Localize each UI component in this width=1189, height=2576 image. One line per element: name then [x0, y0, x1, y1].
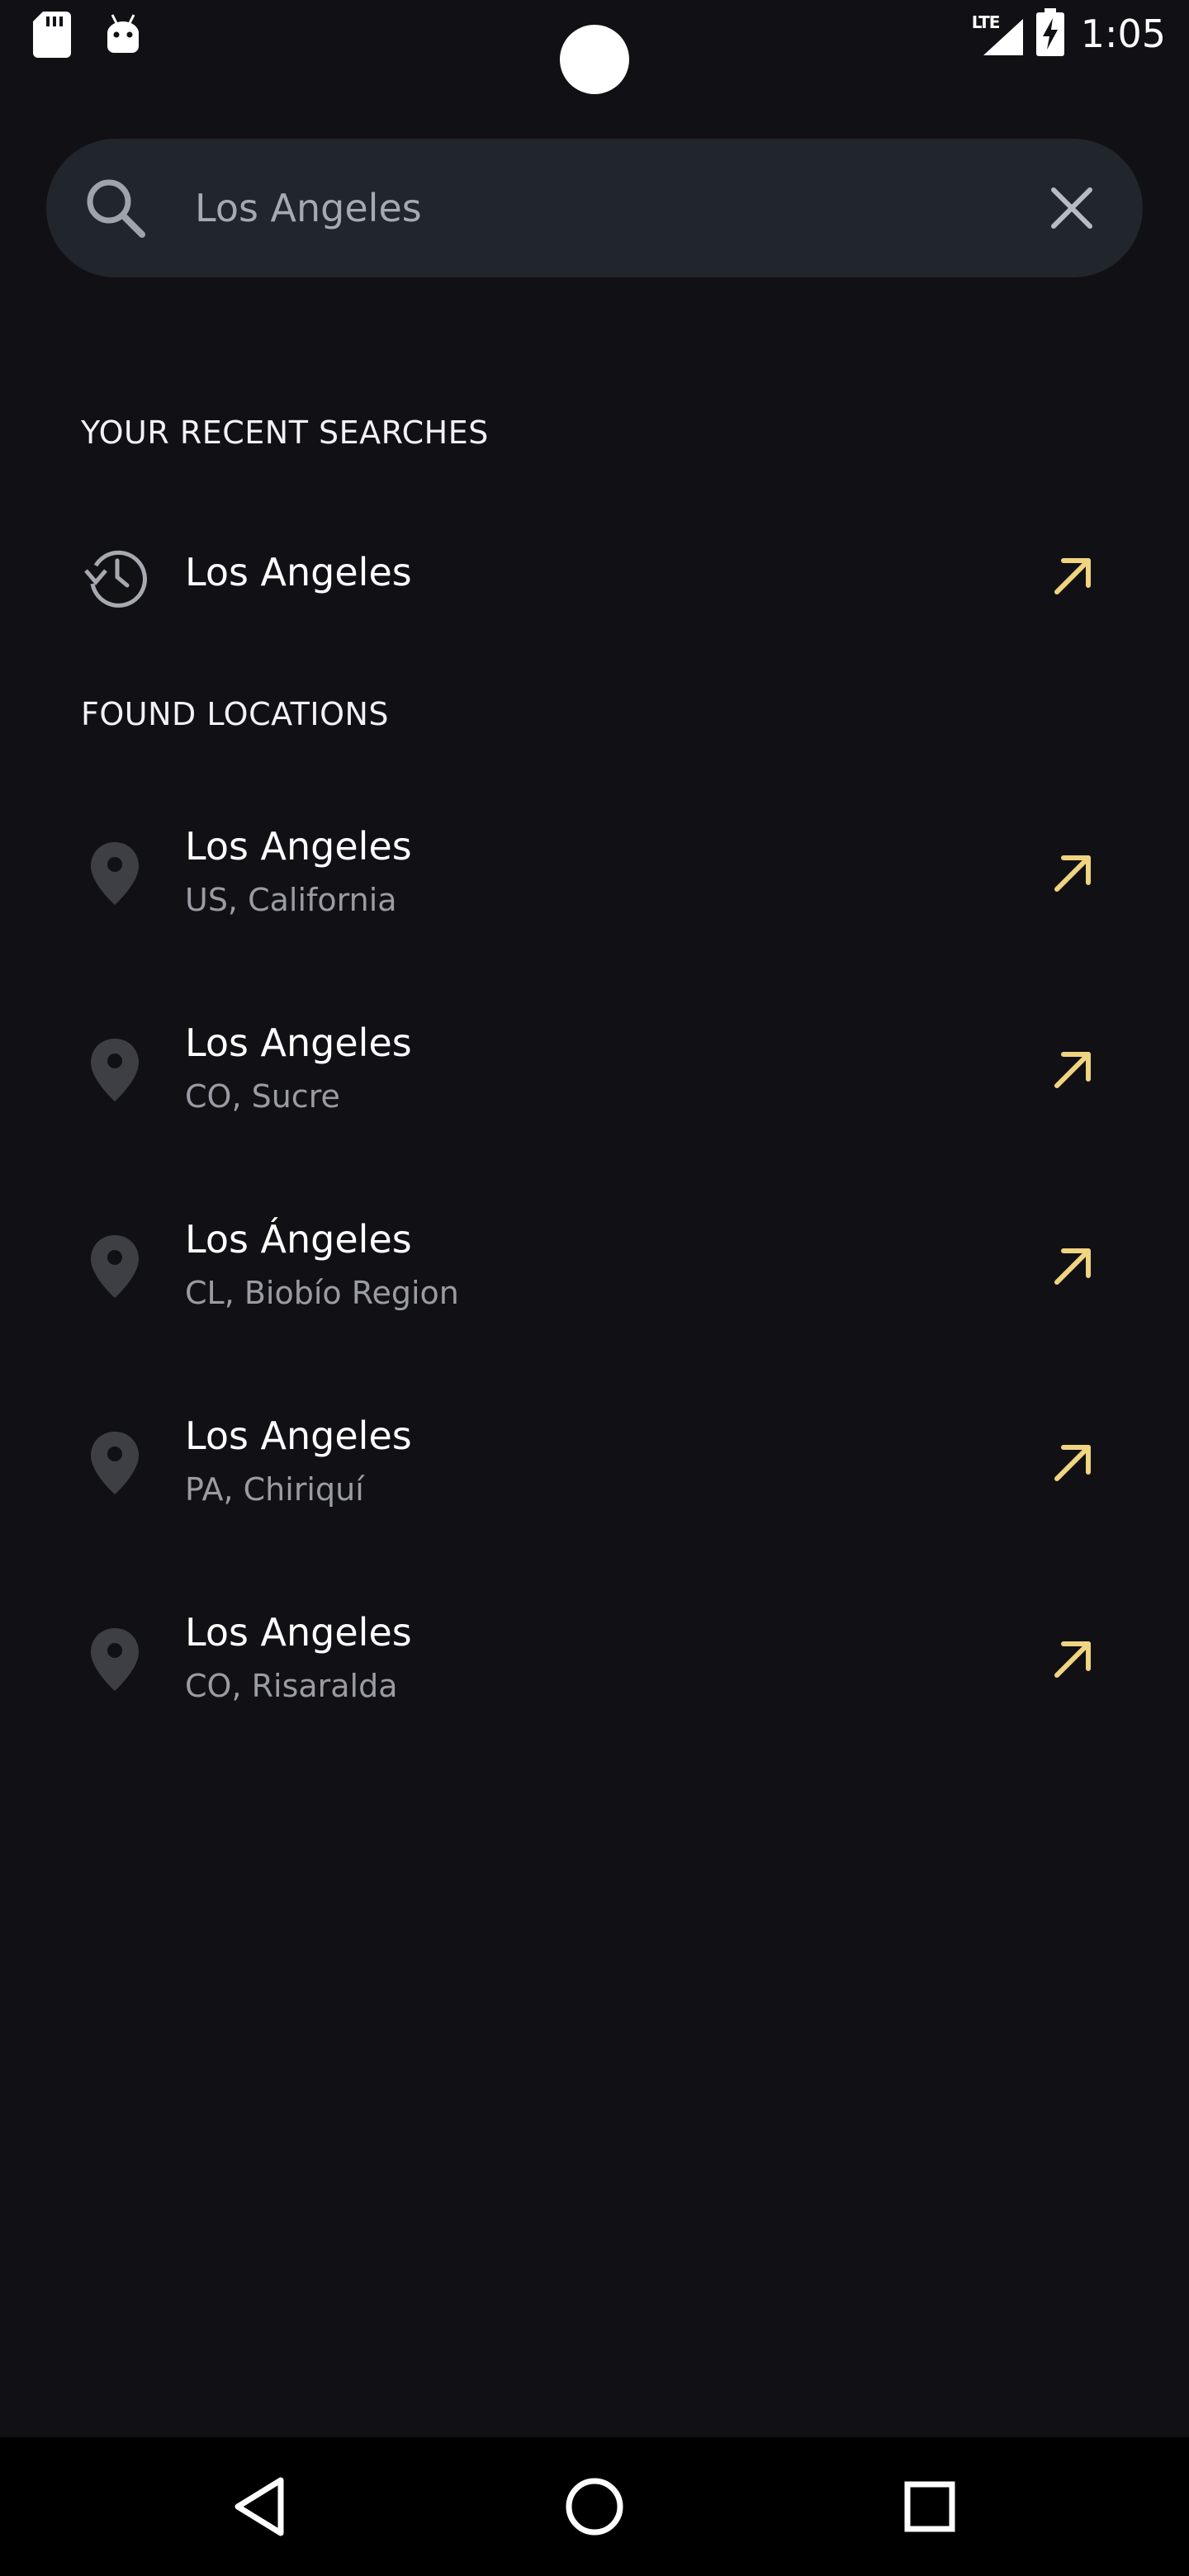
- location-pin-icon: [89, 1430, 140, 1499]
- location-item[interactable]: Los Angeles CO, Sucre: [0, 1007, 1189, 1131]
- location-name: Los Angeles: [185, 1020, 412, 1065]
- location-pin-icon: [89, 1627, 140, 1696]
- search-icon[interactable]: [84, 177, 147, 239]
- back-icon[interactable]: [225, 2469, 301, 2545]
- clock: 1:05: [1080, 12, 1166, 56]
- location-region: CO, Risaralda: [185, 1668, 398, 1704]
- arrow-up-right-icon[interactable]: [1049, 1634, 1098, 1683]
- location-item[interactable]: Los Angeles CO, Risaralda: [0, 1597, 1189, 1721]
- recents-icon[interactable]: [892, 2469, 968, 2545]
- recent-search-item[interactable]: Los Angeles: [0, 528, 1189, 623]
- search-input[interactable]: [195, 172, 1021, 244]
- arrow-up-right-icon[interactable]: [1049, 1437, 1098, 1487]
- arrow-up-right-icon[interactable]: [1049, 1044, 1098, 1094]
- location-name: Los Angeles: [185, 824, 412, 869]
- close-icon[interactable]: [1044, 180, 1100, 236]
- battery-charging-icon: [1035, 8, 1064, 59]
- found-locations-heading: FOUND LOCATIONS: [81, 696, 390, 732]
- front-camera: [560, 25, 629, 94]
- location-name: Los Ángeles: [185, 1217, 412, 1262]
- location-item[interactable]: Los Angeles US, California: [0, 811, 1189, 935]
- arrow-up-right-icon[interactable]: [1049, 848, 1098, 897]
- location-region: US, California: [185, 882, 397, 918]
- location-region: CO, Sucre: [185, 1078, 340, 1115]
- location-pin-icon: [89, 1234, 140, 1303]
- search-bar[interactable]: [46, 139, 1143, 277]
- recent-searches-heading: YOUR RECENT SEARCHES: [81, 414, 489, 451]
- location-region: PA, Chiriquí: [185, 1471, 364, 1508]
- location-name: Los Angeles: [185, 1413, 412, 1458]
- location-region: CL, Biobío Region: [185, 1275, 459, 1311]
- history-icon: [81, 542, 147, 612]
- arrow-up-right-icon[interactable]: [1049, 551, 1098, 600]
- notification-icons: [33, 12, 142, 61]
- location-name: Los Angeles: [185, 1610, 412, 1655]
- lte-signal-icon: LTE: [972, 11, 1025, 57]
- status-bar: LTE 1:05: [0, 0, 1189, 94]
- home-icon[interactable]: [557, 2469, 632, 2545]
- location-pin-icon: [89, 1037, 140, 1106]
- location-item[interactable]: Los Ángeles CL, Biobío Region: [0, 1204, 1189, 1328]
- arrow-up-right-icon[interactable]: [1049, 1241, 1098, 1290]
- navigation-bar: [0, 2437, 1189, 2576]
- recent-search-name: Los Angeles: [185, 550, 412, 594]
- sd-card-icon: [33, 12, 71, 61]
- location-pin-icon: [89, 841, 140, 910]
- location-item[interactable]: Los Angeles PA, Chiriquí: [0, 1400, 1189, 1524]
- system-status-icons: LTE 1:05: [972, 8, 1166, 59]
- android-icon: [104, 13, 142, 59]
